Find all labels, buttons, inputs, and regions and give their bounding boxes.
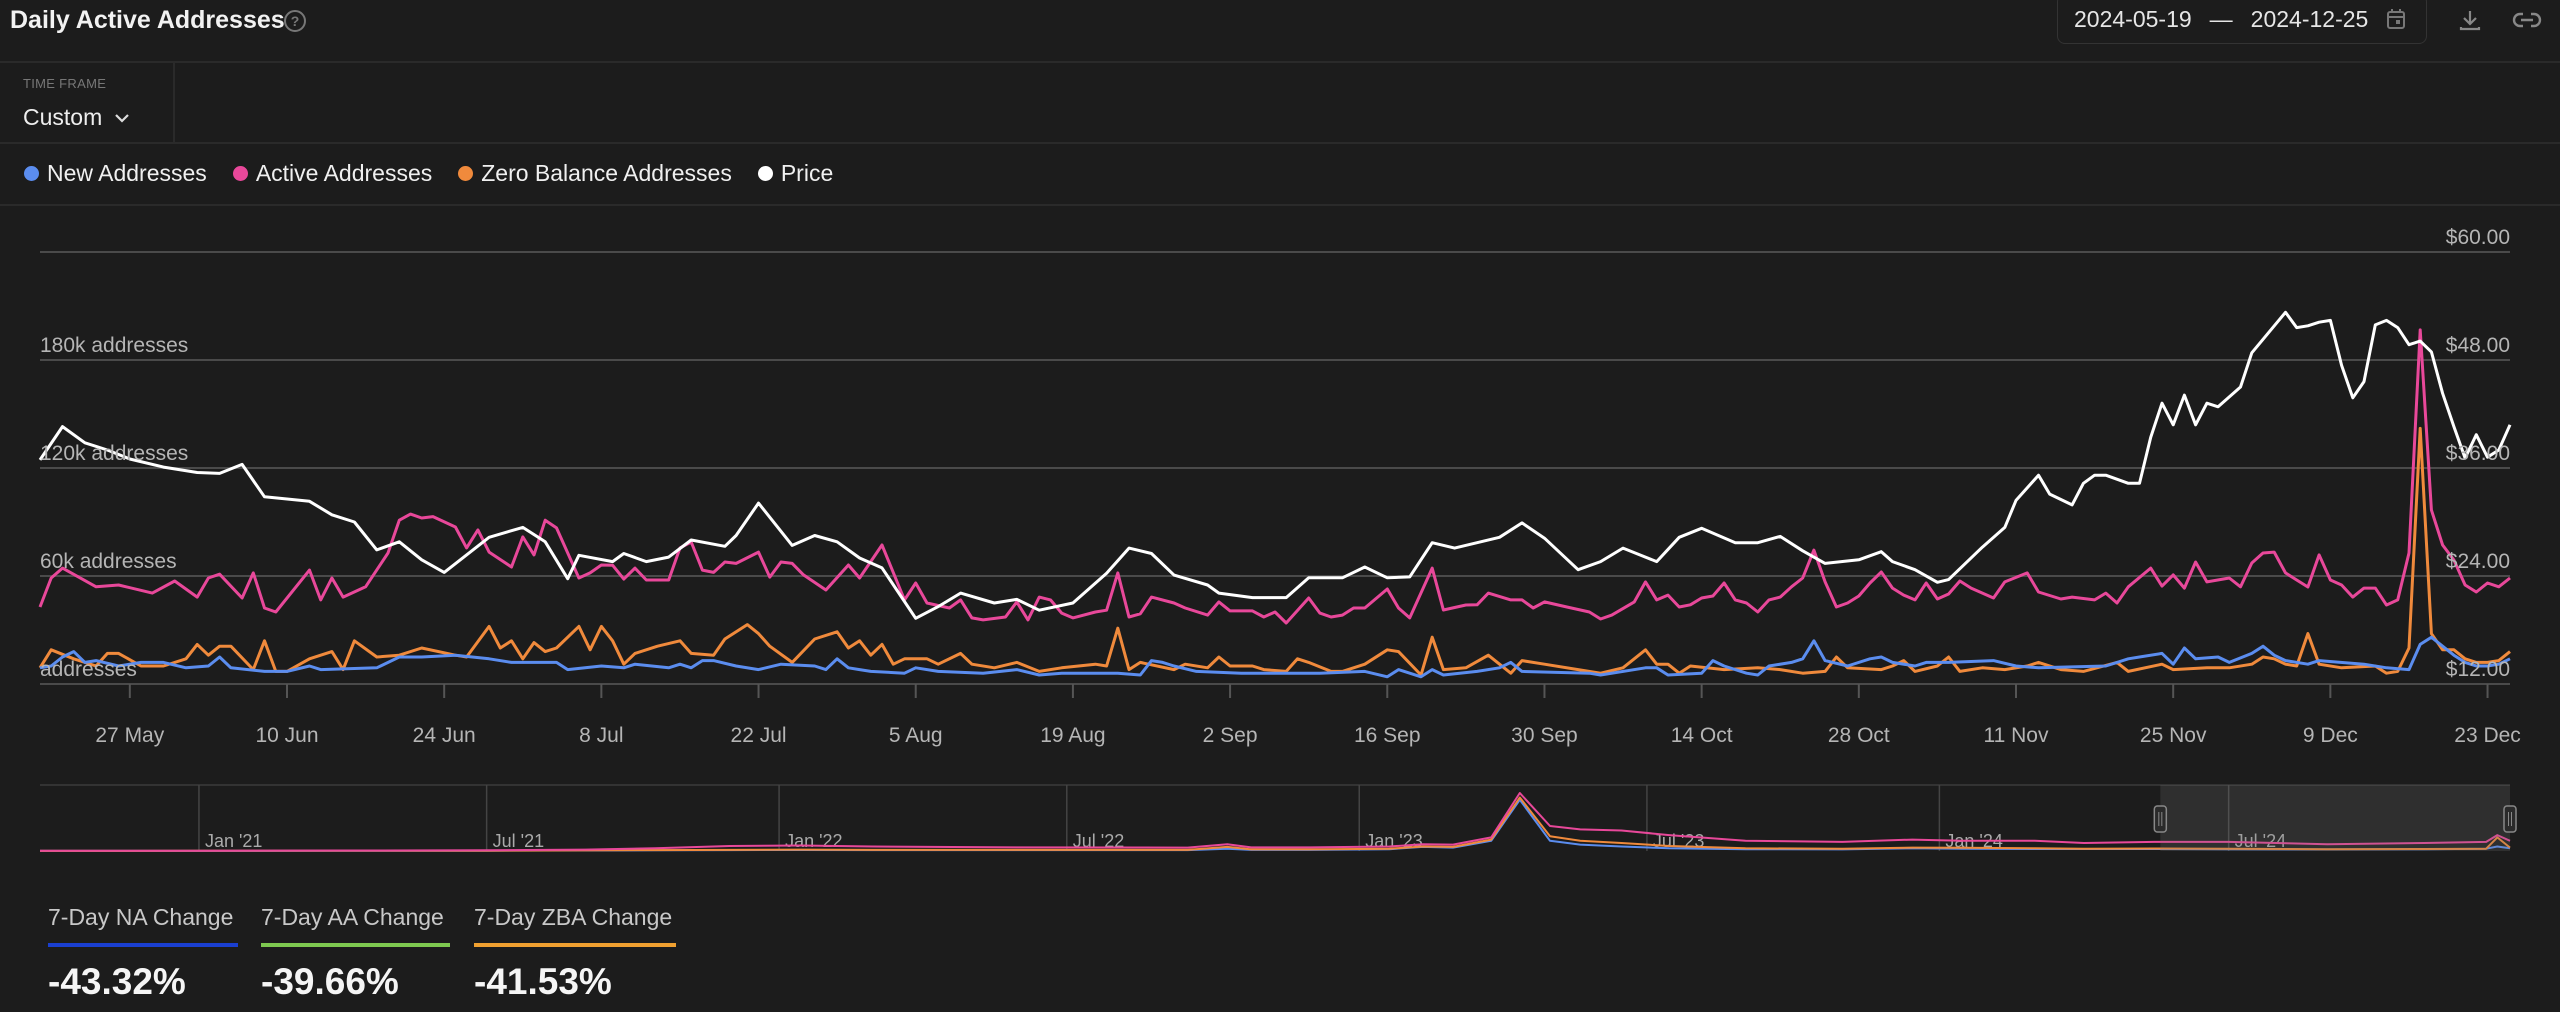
x-tick-label: 8 Jul xyxy=(579,724,623,747)
y-right-tick-label: $60.00 xyxy=(2446,226,2510,249)
series-line-active-addresses xyxy=(38,328,2511,625)
stat-na-change: 7-Day NA Change -43.32% xyxy=(48,904,238,1003)
navigator-handle-left[interactable] xyxy=(2153,805,2168,833)
x-tick-label: 2 Sep xyxy=(1203,724,1258,747)
y-left-tick-label: 180k addresses xyxy=(40,334,188,357)
x-tick-label: 5 Aug xyxy=(889,724,943,747)
navigator-line-active-addresses xyxy=(39,792,2511,852)
y-right-tick-label: $36.00 xyxy=(2446,442,2510,465)
stat-aa-change: 7-Day AA Change -39.66% xyxy=(261,904,450,1003)
x-tick-label: 11 Nov xyxy=(1984,724,2049,747)
x-tick-label: 19 Aug xyxy=(1040,724,1105,747)
stat-label: 7-Day ZBA Change xyxy=(474,904,673,930)
x-tick-label: 24 Jun xyxy=(413,724,476,747)
x-tick-label: 28 Oct xyxy=(1828,724,1890,747)
y-right-tick-label: $48.00 xyxy=(2446,334,2510,357)
stat-color-bar xyxy=(261,943,450,947)
stat-label: 7-Day AA Change xyxy=(261,904,444,930)
x-tick-label: 27 May xyxy=(95,724,164,747)
y-right-tick-label: $24.00 xyxy=(2446,550,2510,573)
daily-active-addresses-chart[interactable]: $12.00 $24.00 $36.00 $48.00 $60.00 addresses 6… xyxy=(0,0,2560,880)
x-tick-label: 9 Dec xyxy=(2303,724,2358,747)
navigator-handle-right[interactable] xyxy=(2503,805,2517,833)
stat-color-bar xyxy=(474,943,676,947)
x-tick-label: 10 Jun xyxy=(255,724,318,747)
x-tick-label: 14 Oct xyxy=(1671,724,1733,747)
navigator-tick-label: Jan '21 xyxy=(205,831,262,851)
y-right-tick-label: $12.00 xyxy=(2446,658,2510,681)
x-tick-label: 23 Dec xyxy=(2454,724,2521,747)
y-left-tick-label: 120k addresses xyxy=(40,442,188,465)
x-tick-label: 30 Sep xyxy=(1511,724,1578,747)
y-left-tick-label: 60k addresses xyxy=(40,550,177,573)
x-tick-label: 16 Sep xyxy=(1354,724,1421,747)
stat-value: -39.66% xyxy=(261,961,399,1002)
stat-color-bar xyxy=(48,943,238,947)
navigator-tick-label: Jul '21 xyxy=(493,831,544,851)
navigator-selection[interactable] xyxy=(2160,785,2510,851)
y-left-tick-label: addresses xyxy=(40,658,137,681)
x-tick-label: 25 Nov xyxy=(2140,724,2207,747)
navigator-line-new-addresses xyxy=(40,798,2511,852)
series-line-price xyxy=(38,310,2512,620)
stat-label: 7-Day NA Change xyxy=(48,904,234,930)
x-tick-label: 22 Jul xyxy=(731,724,787,747)
stat-value: -41.53% xyxy=(474,961,612,1002)
stat-zba-change: 7-Day ZBA Change -41.53% xyxy=(474,904,676,1003)
navigator-tick-label: Jan '22 xyxy=(785,831,842,851)
stat-value: -43.32% xyxy=(48,961,186,1002)
